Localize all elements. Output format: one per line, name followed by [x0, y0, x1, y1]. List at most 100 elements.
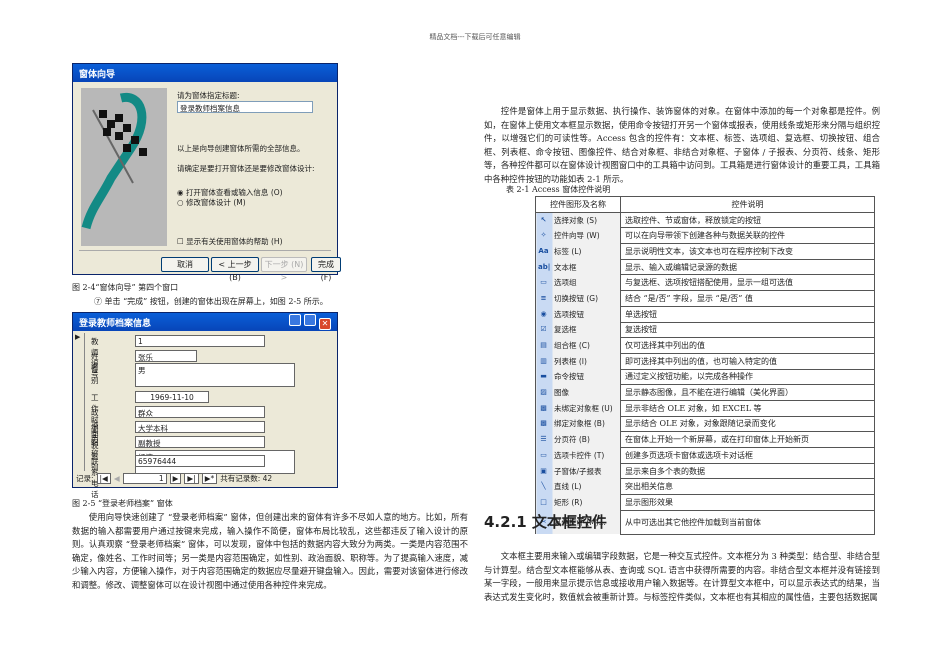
control-name: 分页符 (B)	[554, 435, 590, 445]
control-desc: 显示非结合 OLE 对象，如 EXCEL 等	[620, 399, 875, 417]
control-desc: 即可选择其中列出的值，也可输入特定的值	[620, 352, 875, 370]
field-input[interactable]: 张乐	[135, 350, 197, 362]
close-button[interactable]: ✕	[319, 318, 331, 330]
minimize-button[interactable]	[288, 314, 301, 326]
control-name-cell: ☰ 分页符 (B)	[535, 431, 621, 448]
field-input[interactable]: 大学本科	[135, 421, 265, 433]
section-heading: 4.2.1 文本框控件	[484, 513, 607, 531]
control-name: 选项组	[554, 278, 577, 288]
control-name-cell: ▩ 绑定对象框 (B)	[535, 416, 621, 432]
radio-selected-icon: ◉	[177, 188, 184, 197]
step-7-text: ⑦ 单击 “完成” 按钮，创建的窗体出现在屏幕上，如图 2-5 所示。	[94, 297, 328, 306]
table-row: ◉ 选项按钮 单选按钮	[535, 305, 875, 323]
form-title: 登录教师档案信息	[79, 318, 152, 329]
control-name: 标签 (L)	[554, 246, 582, 256]
maximize-button[interactable]	[303, 314, 316, 326]
control-name-cell: ▥ 列表框 (I)	[535, 353, 621, 370]
control-icon: ☰	[540, 435, 547, 444]
control-desc: 单选按钮	[620, 305, 875, 323]
table-row: ↖ 选择对象 (S) 选取控件、节或窗体，释放锁定的按钮	[535, 211, 875, 229]
control-desc: 与复选框、选项按钮搭配使用，显示一组可选值	[620, 274, 875, 292]
control-desc: 复选按钮	[620, 321, 875, 339]
field-input[interactable]: 男	[135, 363, 295, 387]
control-name-cell: ◉ 选项按钮	[535, 306, 621, 322]
table-row: ▩ 绑定对象框 (B) 显示结合 OLE 对象，对象跟随记录而变化	[535, 415, 875, 433]
control-desc: 在窗体上开始一个新屏幕，或在打印窗体上开始新页	[620, 431, 875, 448]
table-row: ▬ 命令按钮 通过定义按钮功能，以完成各种操作	[535, 368, 875, 386]
control-name: 图像	[554, 388, 569, 398]
header-name: 控件图形及名称	[535, 196, 621, 213]
table-row: ▨ 图像 显示静态图像，且不能在进行编辑（美化界面）	[535, 384, 875, 401]
table-row: ▤ 组合框 (C) 仅可选择其中列出的值	[535, 337, 875, 354]
control-name: 列表框 (I)	[554, 356, 587, 366]
table-row: ab| 文本框 显示、输入或编辑记录源的数据	[535, 258, 875, 276]
control-name-cell: ≡ 切换按钮 (G)	[535, 290, 621, 307]
form-title-input[interactable]: 登录教师档案信息	[177, 101, 313, 113]
radio-modify-label: 修改窗体设计 (M)	[185, 198, 246, 207]
table-row: ▣ 子窗体/子报表 显示来自多个表的数据	[535, 462, 875, 480]
control-icon: ▣	[540, 466, 547, 475]
radio-empty-icon: ○	[177, 198, 184, 207]
control-name-cell: ab| 文本框	[535, 259, 621, 275]
control-name-cell: ▣ 子窗体/子报表	[535, 463, 621, 479]
control-name-cell: ▤ 组合框 (C)	[535, 337, 621, 354]
radio-modify-design[interactable]: ○ 修改窗体设计 (M)	[177, 197, 246, 208]
control-name-cell: ✧ 控件向导 (W)	[535, 227, 621, 244]
first-record-button[interactable]: |◀	[96, 473, 111, 484]
control-icon: ✧	[540, 231, 547, 240]
control-name: 复选框	[554, 325, 577, 335]
back-button[interactable]: < 上一步 (B)	[211, 257, 259, 282]
control-desc: 通过定义按钮功能，以完成各种操作	[620, 368, 875, 386]
nav-label: 记录:	[76, 474, 94, 483]
table-row: ≡ 切换按钮 (G) 结合 “是/否” 字段，显示 “是/否” 值	[535, 290, 875, 307]
control-icon: ▬	[540, 372, 547, 381]
table-row: ✧ 控件向导 (W) 可以在向导带领下创建各种与数据关联的控件	[535, 227, 875, 245]
control-name: 文本框	[554, 262, 577, 272]
control-name: 直线 (L)	[554, 482, 582, 492]
control-name: 选项卡控件 (T)	[554, 450, 605, 460]
control-name: 绑定对象框 (B)	[554, 419, 605, 429]
title-prompt: 请为窗体指定标题:	[177, 91, 240, 100]
cancel-button[interactable]: 取消	[161, 257, 209, 272]
control-name: 选择对象 (S)	[554, 215, 597, 225]
control-name: 未绑定对象框 (U)	[554, 403, 613, 413]
control-name: 子窗体/子报表	[554, 466, 602, 476]
next-button[interactable]: 下一步 (N) >	[261, 257, 307, 282]
control-name-cell: ▭ 选项卡控件 (T)	[535, 447, 621, 464]
control-desc: 显示图形效果	[620, 494, 875, 511]
table-row: ▥ 列表框 (I) 即可选择其中列出的值，也可输入特定的值	[535, 352, 875, 370]
prev-record-button[interactable]: ◀	[114, 474, 120, 483]
field-input[interactable]: 1	[135, 335, 265, 347]
textbox-paragraph: 文本框主要用来输入或编辑字段数据，它是一种交互式控件。文本框分为 3 种类型：结…	[484, 551, 880, 602]
divider	[79, 250, 331, 251]
control-desc: 创建多页选项卡窗体或选项卡对话框	[620, 447, 875, 464]
control-icon: ▩	[540, 403, 547, 412]
control-desc: 仅可选择其中列出的值	[620, 337, 875, 354]
field-input[interactable]: 副教授	[135, 436, 265, 448]
finish-button[interactable]: 完成 (F)	[311, 257, 341, 282]
record-number-input[interactable]: 1	[122, 473, 167, 484]
form-titlebar: 登录教师档案信息 ✕	[73, 313, 337, 331]
control-name-cell: ↖ 选择对象 (S)	[535, 212, 621, 228]
control-icon: ▨	[540, 388, 547, 397]
control-name: 命令按钮	[554, 372, 584, 382]
record-selector[interactable]: ▶	[75, 333, 85, 471]
table-row: ☑ 复选框 复选按钮	[535, 321, 875, 339]
help-checkbox[interactable]: ☐ 显示有关使用窗体的帮助 (H)	[177, 236, 283, 247]
new-record-button[interactable]: ▶*	[201, 473, 218, 484]
field-input[interactable]: 1969-11-10	[135, 391, 209, 403]
field-input[interactable]: 群众	[135, 406, 265, 418]
table-caption: 表 2-1 Access 窗体控件说明	[506, 185, 611, 194]
table-row: Aa 标签 (L) 显示说明性文本，该文本也可在程序控制下改变	[535, 243, 875, 260]
field-input[interactable]: 65976444	[135, 455, 265, 467]
control-name-cell: ▨ 图像	[535, 384, 621, 401]
control-icon: ╲	[541, 482, 546, 491]
record-navigator: 记录: |◀ ◀ 1 ▶ ▶| ▶* 共有记录数: 42	[76, 473, 272, 484]
control-desc: 选取控件、节或窗体，释放锁定的按钮	[620, 211, 875, 229]
next-record-button[interactable]: ▶	[169, 473, 182, 484]
last-record-button[interactable]: ▶|	[184, 473, 199, 484]
control-desc: 显示结合 OLE 对象，对象跟随记录而变化	[620, 415, 875, 433]
control-icon: ▩	[540, 419, 547, 428]
control-name-cell: ▭ 选项组	[535, 274, 621, 291]
control-name-cell: ▩ 未绑定对象框 (U)	[535, 400, 621, 417]
